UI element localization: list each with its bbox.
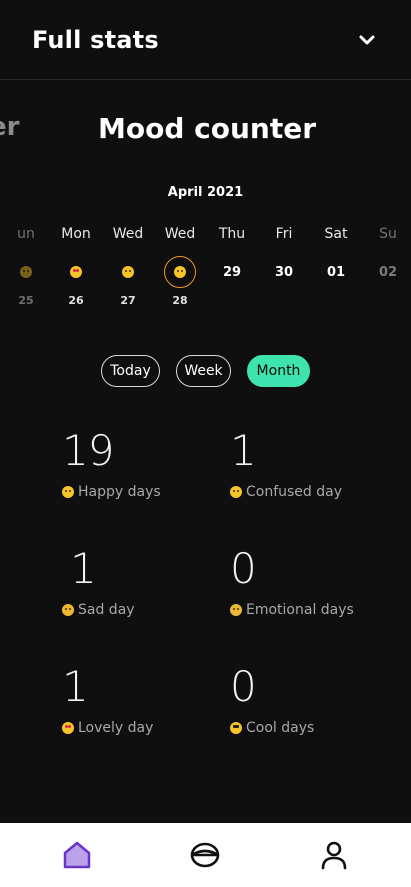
day-number	[310, 294, 362, 308]
day-column[interactable]: Sat 01	[310, 224, 362, 308]
day-column[interactable]: Thu 29	[206, 224, 258, 308]
happy-emoji-icon	[174, 266, 186, 278]
filter-today-button[interactable]: Today	[101, 355, 160, 387]
counter-prev-title[interactable]: nter	[0, 112, 19, 142]
happy-emoji-icon	[20, 266, 32, 278]
profile-icon	[321, 841, 347, 870]
day-name: Fri	[275, 226, 293, 242]
day-number: 28	[172, 294, 188, 307]
confused-emoji-icon	[122, 266, 134, 278]
day-number: 27	[120, 294, 136, 307]
nav-home-button[interactable]	[61, 839, 93, 871]
day-date[interactable]: 30	[268, 256, 300, 288]
month-label: April 2021	[167, 185, 244, 200]
day-name: Mon	[61, 226, 91, 242]
day-column[interactable]: Wed 27	[102, 224, 154, 308]
day-number	[206, 294, 258, 308]
day-mood-slot[interactable]	[10, 256, 42, 288]
sad-emoji-icon	[62, 604, 74, 616]
stat-label-text: Sad day	[78, 602, 135, 618]
day-name: Wed	[112, 226, 144, 242]
day-date[interactable]: 02	[372, 256, 404, 288]
day-column[interactable]: Su 02	[362, 224, 411, 308]
stat-label: Happy days	[62, 484, 222, 500]
nav-bowl-button[interactable]	[189, 839, 221, 871]
stat-number: 1	[62, 662, 89, 711]
stat-label: Confused day	[230, 484, 390, 500]
day-date[interactable]: 01	[320, 256, 352, 288]
filter-week-button[interactable]: Week	[176, 355, 231, 387]
stat-label: Emotional days	[230, 602, 390, 618]
day-mood-slot-selected[interactable]	[164, 256, 196, 288]
stat-cool: 0 Cool days	[230, 664, 390, 736]
stat-confused: 1 Confused day	[230, 428, 390, 500]
bottom-nav	[0, 823, 411, 887]
day-mood-slot[interactable]	[112, 256, 144, 288]
happy-emoji-icon	[62, 486, 74, 498]
nav-profile-button[interactable]	[318, 839, 350, 871]
confused-emoji-icon	[230, 486, 242, 498]
stat-sad: 1 Sad day	[62, 546, 222, 618]
heart-eyes-emoji-icon	[70, 266, 82, 278]
day-name: Thu	[218, 226, 246, 242]
page-title: Full stats	[32, 26, 159, 54]
home-icon	[63, 841, 91, 869]
counter-carousel[interactable]: nter Mood counter	[0, 112, 411, 152]
stat-number: 19	[62, 426, 114, 475]
day-name: Sat	[324, 226, 348, 242]
filter-month-button[interactable]: Month	[247, 355, 310, 387]
sunglasses-emoji-icon	[230, 722, 242, 734]
stat-number: 1	[70, 544, 97, 593]
day-number	[258, 294, 310, 308]
day-number: 25	[18, 294, 34, 307]
header: Full stats	[0, 0, 411, 80]
stat-label-text: Confused day	[246, 484, 343, 500]
days-strip[interactable]: un 25 Mon 26 Wed 27 Wed 28 Thu 29 Fri 30…	[0, 224, 411, 314]
stat-label-text: Happy days	[78, 484, 161, 500]
stat-label: Lovely day	[62, 720, 222, 736]
day-column[interactable]: Mon 26	[50, 224, 102, 308]
day-name: Wed	[164, 226, 196, 242]
counter-current-title: Mood counter	[98, 112, 317, 145]
crying-emoji-icon	[230, 604, 242, 616]
day-name: un	[17, 226, 35, 242]
day-name: Su	[379, 226, 397, 242]
stat-label: Cool days	[230, 720, 390, 736]
bowl-icon	[190, 842, 220, 868]
stat-label-text: Cool days	[246, 720, 315, 736]
stat-label-text: Emotional days	[246, 602, 354, 618]
stat-number: 0	[230, 662, 257, 711]
stat-happy: 19 Happy days	[62, 428, 222, 500]
stat-label: Sad day	[62, 602, 222, 618]
day-column[interactable]: Fri 30	[258, 224, 310, 308]
stat-number: 1	[230, 426, 257, 475]
day-date[interactable]: 29	[216, 256, 248, 288]
heart-eyes-emoji-icon	[62, 722, 74, 734]
day-mood-slot[interactable]	[60, 256, 92, 288]
stat-number: 0	[230, 544, 257, 593]
day-number: 26	[68, 294, 84, 307]
day-column[interactable]: un 25	[0, 224, 52, 308]
day-column[interactable]: Wed 28	[154, 224, 206, 308]
stat-lovely: 1 Lovely day	[62, 664, 222, 736]
chevron-down-icon[interactable]	[357, 30, 377, 50]
stat-emotional: 0 Emotional days	[230, 546, 390, 618]
stat-label-text: Lovely day	[78, 720, 154, 736]
day-number	[362, 294, 411, 308]
